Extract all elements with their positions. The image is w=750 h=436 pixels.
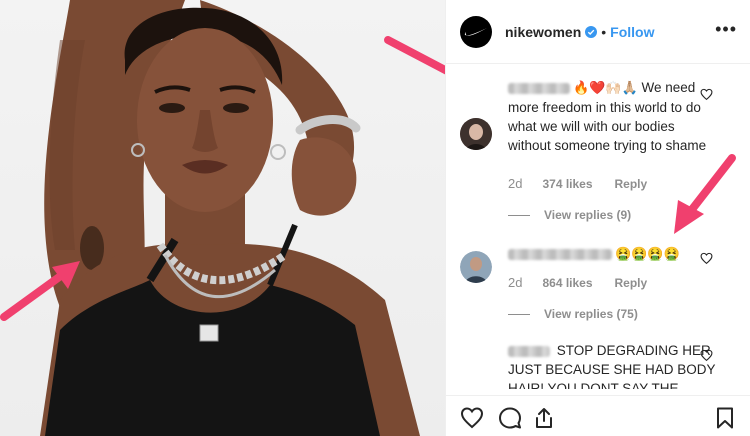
- user-avatar-icon: [460, 251, 492, 283]
- annotation-arrow-right: [674, 154, 736, 234]
- verified-badge-icon: [585, 25, 598, 38]
- comment-text: STOP DEGRADING HER JUST BECAUSE SHE HAD …: [508, 341, 718, 389]
- blurred-username: [508, 345, 550, 357]
- comment-bubble-icon[interactable]: [498, 406, 522, 430]
- separator-dot: •: [601, 23, 607, 40]
- comment-likes[interactable]: 864 likes: [542, 276, 592, 290]
- blurred-username: [508, 82, 570, 94]
- comment-likes[interactable]: 374 likes: [542, 177, 592, 191]
- comment-emojis: 🔥❤️🙌🏻🙏🏼: [573, 81, 638, 96]
- annotation-arrow-left: [0, 261, 80, 321]
- comment-text: 🤮🤮🤮🤮: [508, 244, 718, 264]
- username[interactable]: nikewomen: [505, 24, 581, 40]
- view-replies-label: View replies (75): [544, 307, 638, 321]
- comment-avatar[interactable]: [460, 118, 492, 150]
- comment-emojis: 🤮🤮🤮🤮: [615, 247, 680, 262]
- user-avatar-icon: [460, 118, 492, 150]
- replies-divider: [508, 214, 530, 216]
- post-photo[interactable]: [0, 0, 445, 436]
- nike-swoosh-icon: [464, 27, 487, 36]
- post-header: nikewomen • Follow •••: [446, 0, 750, 64]
- comment-3: STOP DEGRADING HER JUST BECAUSE SHE HAD …: [460, 341, 735, 389]
- like-comment-heart-icon[interactable]: [700, 349, 713, 362]
- view-replies-button[interactable]: View replies (9): [508, 208, 631, 222]
- action-bar: [446, 395, 750, 436]
- like-heart-icon[interactable]: [460, 406, 484, 430]
- view-replies-button[interactable]: View replies (75): [508, 307, 638, 321]
- comment-time: 2d: [508, 275, 523, 290]
- avatar[interactable]: [460, 15, 492, 48]
- more-options-icon[interactable]: •••: [715, 20, 737, 38]
- view-replies-label: View replies (9): [544, 208, 632, 222]
- model-illustration: [40, 0, 420, 436]
- follow-button[interactable]: Follow: [610, 24, 654, 40]
- blurred-username: [508, 248, 612, 260]
- comment-avatar[interactable]: [460, 251, 492, 283]
- comment-meta: 2d 374 likes Reply: [508, 176, 669, 191]
- like-comment-heart-icon[interactable]: [700, 88, 713, 101]
- reply-button[interactable]: Reply: [615, 177, 648, 191]
- comment-time: 2d: [508, 176, 523, 191]
- share-icon[interactable]: [532, 406, 556, 430]
- bookmark-icon[interactable]: [713, 406, 737, 430]
- like-comment-heart-icon[interactable]: [700, 252, 713, 265]
- comment-meta: 2d 864 likes Reply: [508, 275, 669, 290]
- reply-button[interactable]: Reply: [615, 276, 648, 290]
- comment-text: 🔥❤️🙌🏻🙏🏼 We need more freedom in this wor…: [508, 78, 718, 155]
- replies-divider: [508, 313, 530, 315]
